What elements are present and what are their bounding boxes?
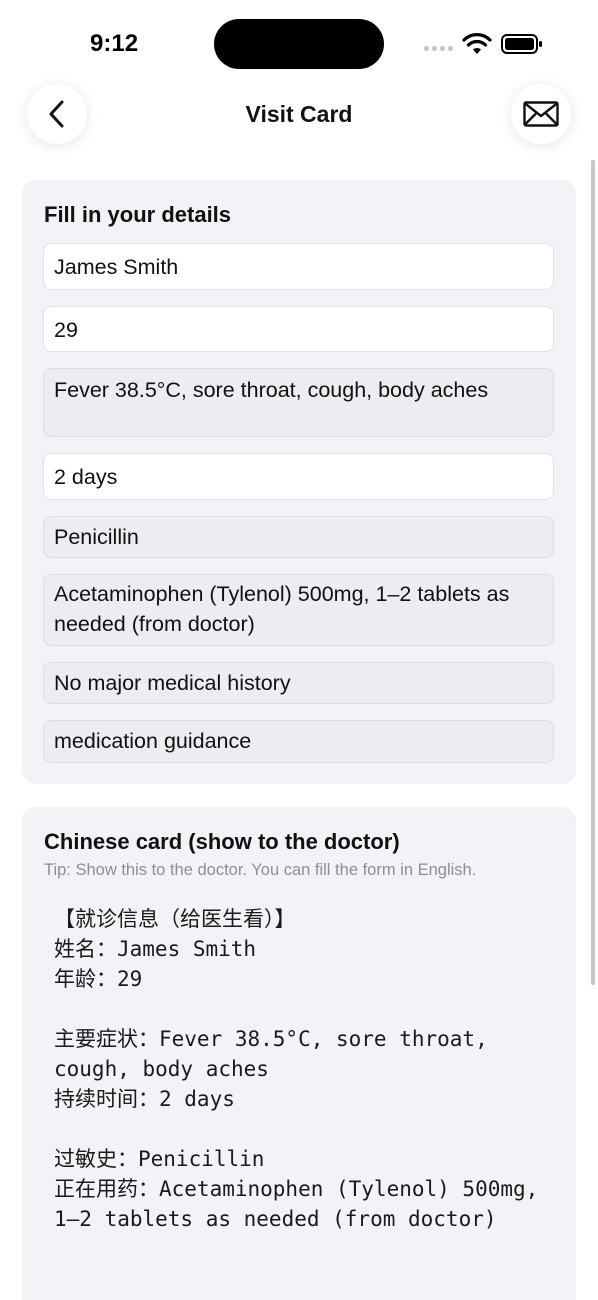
email-button[interactable] — [511, 84, 571, 144]
name-value: James Smith — [54, 255, 179, 279]
age-field[interactable]: 29 — [43, 306, 554, 352]
status-bar: 9:12 — [0, 0, 598, 88]
status-time: 9:12 — [90, 30, 139, 57]
history-field[interactable]: No major medical history — [43, 662, 554, 704]
card-line — [54, 994, 554, 1024]
name-field[interactable]: James Smith — [43, 243, 554, 290]
card-line: 【就诊信息（给医生看）】 — [54, 907, 296, 931]
form-title: Fill in your details — [44, 202, 232, 227]
nav-bar: Visit Card — [0, 84, 598, 148]
chinese-card-title: Chinese card (show to the doctor) — [44, 829, 400, 854]
page-title: Visit Card — [245, 101, 353, 127]
wifi-icon — [462, 33, 492, 54]
card-line: 主要症状：Fever 38.5°C, sore throat, cough, b… — [54, 1027, 501, 1081]
chinese-card-tip: Tip: Show this to the doctor. You can fi… — [44, 861, 477, 879]
scrollbar[interactable] — [591, 160, 595, 985]
age-value: 29 — [54, 318, 78, 342]
symptoms-field[interactable]: Fever 38.5°C, sore throat, cough, body a… — [43, 368, 554, 437]
cellular-signal-icon — [424, 46, 453, 51]
allergies-value: Penicillin — [54, 525, 139, 549]
card-line: 年龄：29 — [54, 967, 143, 991]
details-form-card: Fill in your details James Smith 29 Feve… — [22, 180, 576, 784]
dynamic-island — [214, 19, 384, 69]
medications-field[interactable]: Acetaminophen (Tylenol) 500mg, 1–2 table… — [43, 574, 554, 646]
battery-icon — [501, 34, 542, 54]
envelope-icon — [523, 101, 559, 127]
card-line: 姓名：James Smith — [54, 937, 257, 961]
card-line: 过敏史：Penicillin — [54, 1147, 265, 1171]
symptoms-value: Fever 38.5°C, sore throat, cough, body a… — [54, 378, 489, 402]
duration-value: 2 days — [54, 465, 118, 489]
card-line: 正在用药：Acetaminophen (Tylenol) 500mg, 1–2 … — [54, 1177, 551, 1231]
request-value: medication guidance — [54, 729, 252, 753]
history-value: No major medical history — [54, 671, 291, 695]
request-field[interactable]: medication guidance — [43, 720, 554, 763]
duration-field[interactable]: 2 days — [43, 453, 554, 500]
card-line — [54, 1114, 554, 1144]
chinese-card-text: 【就诊信息（给医生看）】 姓名：James Smith 年龄：29 主要症状：F… — [54, 904, 554, 1234]
allergies-field[interactable]: Penicillin — [43, 516, 554, 558]
card-line: 持续时间：2 days — [54, 1087, 235, 1111]
medications-value: Acetaminophen (Tylenol) 500mg, 1–2 table… — [54, 582, 510, 636]
chinese-card: Chinese card (show to the doctor) Tip: S… — [22, 807, 576, 1300]
